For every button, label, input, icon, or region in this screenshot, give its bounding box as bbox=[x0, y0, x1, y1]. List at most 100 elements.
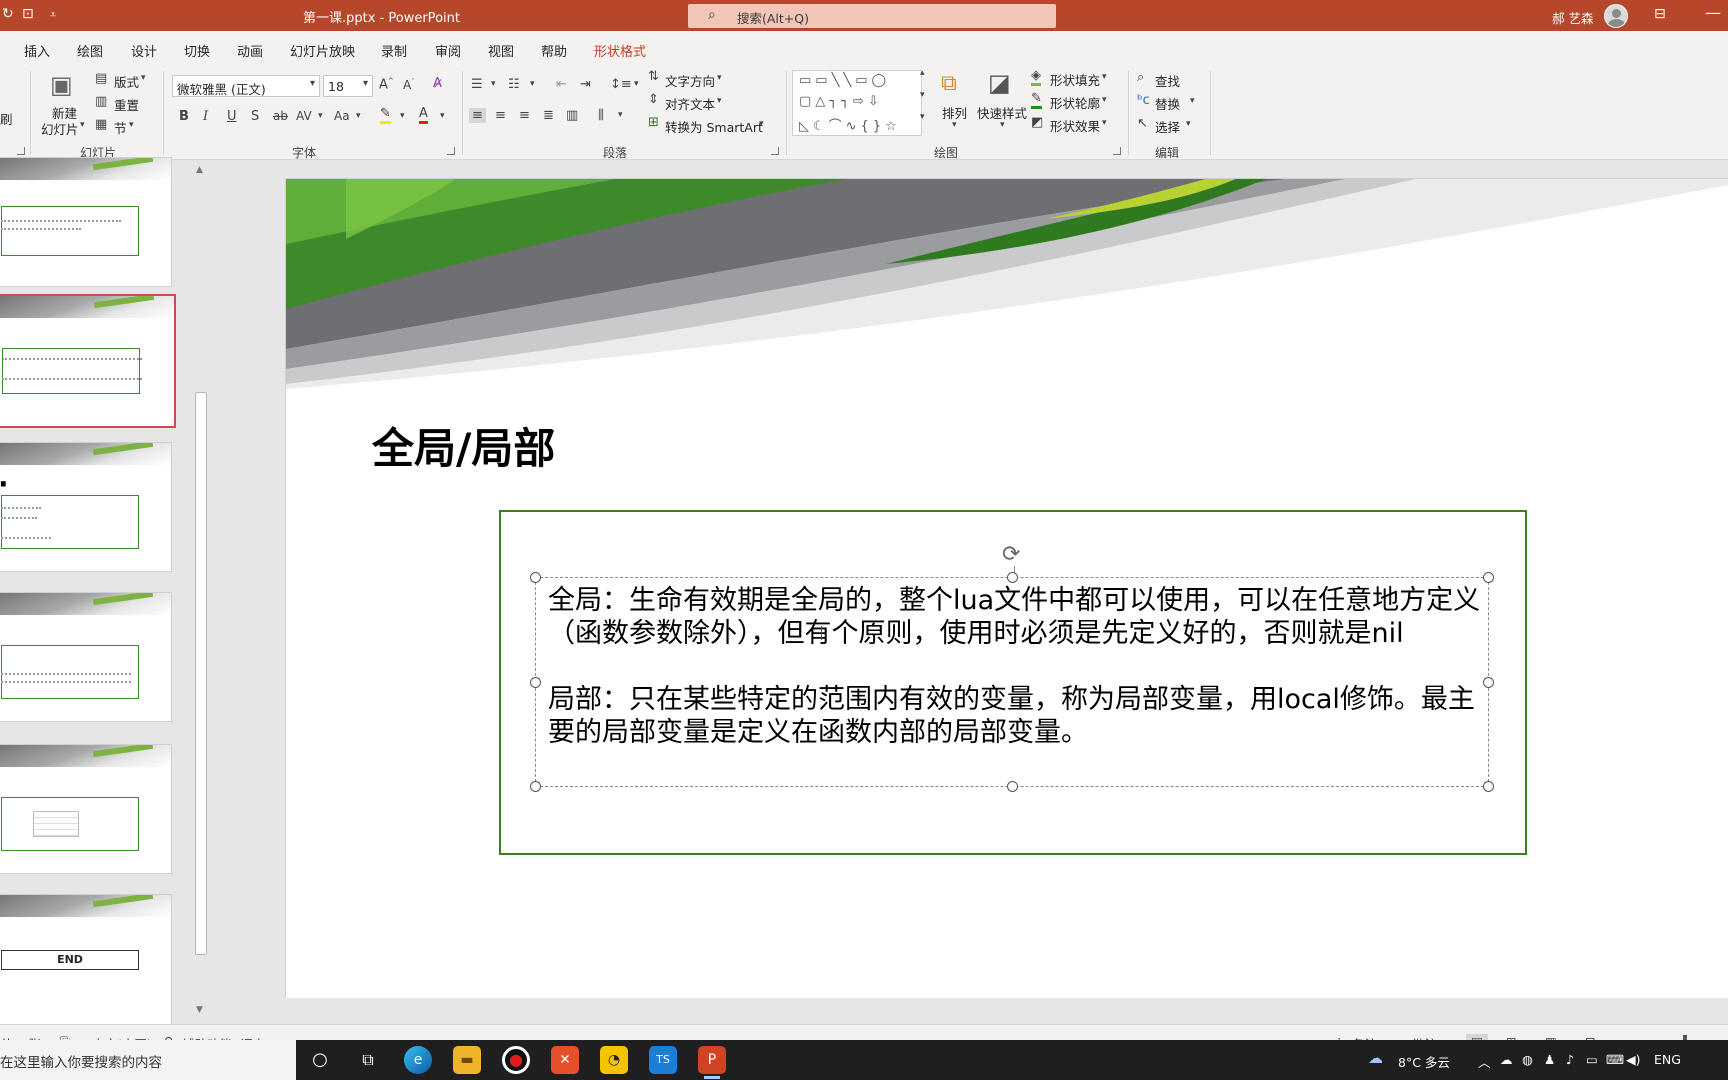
customize-quick-access-icon[interactable]: ⩡ bbox=[50, 8, 56, 22]
highlight-icon[interactable]: ✎ bbox=[380, 107, 391, 124]
layout-button[interactable]: 版式 bbox=[114, 72, 139, 91]
reset-button[interactable]: 重置 bbox=[114, 95, 139, 114]
tab-review[interactable]: 审阅 bbox=[435, 41, 461, 60]
input-language[interactable]: ENG bbox=[1654, 1052, 1681, 1067]
text-direction-button[interactable]: 文字方向 bbox=[665, 71, 715, 90]
recorder-icon[interactable]: ● bbox=[502, 1046, 530, 1074]
chevron-down-icon[interactable]: ▾ bbox=[530, 79, 535, 89]
paragraph-global[interactable]: 全局：生命有效期是全局的，整个lua文件中都可以使用，可以在任意地方定义（函数参… bbox=[548, 584, 1488, 650]
columns-icon[interactable]: ⫼ bbox=[598, 108, 604, 123]
display-icon[interactable]: ▭ bbox=[1586, 1052, 1598, 1067]
align-left-icon[interactable]: ≡ bbox=[469, 108, 486, 123]
numbering-icon[interactable]: ☷ bbox=[508, 77, 520, 92]
slide-canvas[interactable]: 全局/局部 ⟳ 全局：生命有效期是全局的，整个lua文件中都可以使用，可以在任意… bbox=[285, 178, 1728, 998]
font-color-button[interactable]: A bbox=[419, 107, 428, 124]
volume-icon[interactable]: ◀) bbox=[1626, 1052, 1641, 1067]
shape-outline-button[interactable]: 形状轮廓 bbox=[1050, 93, 1100, 112]
tab-transitions[interactable]: 切换 bbox=[184, 41, 210, 60]
dialog-launcher[interactable] bbox=[1113, 147, 1121, 155]
avatar[interactable] bbox=[1604, 4, 1628, 28]
dialog-launcher[interactable] bbox=[447, 147, 455, 155]
onedrive-icon[interactable]: ☁ bbox=[1500, 1052, 1513, 1067]
new-slide-label-2[interactable]: 幻灯片 bbox=[41, 119, 79, 138]
chevron-down-icon[interactable]: ▾ bbox=[717, 73, 722, 83]
chevron-down-icon[interactable]: ▾ bbox=[80, 120, 85, 130]
shape-effects-button[interactable]: 形状效果 bbox=[1050, 116, 1100, 135]
replace-button[interactable]: 替换 bbox=[1155, 94, 1180, 113]
textbox-body[interactable]: 全局：生命有效期是全局的，整个lua文件中都可以使用，可以在任意地方定义（函数参… bbox=[548, 584, 1488, 782]
user-name[interactable]: 郝 艺森 bbox=[1552, 8, 1593, 27]
cortana-icon[interactable]: ○ bbox=[306, 1046, 334, 1074]
chevron-down-icon[interactable]: ▾ bbox=[129, 120, 134, 130]
line-spacing-icon[interactable]: ↕≡ bbox=[610, 77, 632, 92]
rotate-handle-icon[interactable]: ⟳ bbox=[1002, 542, 1028, 568]
resize-handle-ne[interactable] bbox=[1483, 572, 1494, 583]
tray-app-icon[interactable]: ◍ bbox=[1522, 1052, 1533, 1067]
align-text-button[interactable]: 对齐文本 bbox=[665, 94, 715, 113]
chevron-down-icon[interactable]: ▾ bbox=[440, 111, 445, 121]
ts-app-icon[interactable]: TS bbox=[649, 1046, 677, 1074]
chevron-down-icon[interactable]: ▾ bbox=[759, 119, 764, 129]
tab-help[interactable]: 帮助 bbox=[541, 41, 567, 60]
underline-button[interactable]: U bbox=[227, 109, 237, 124]
tab-shape-format[interactable]: 形状格式 bbox=[594, 41, 646, 60]
scroll-down-icon[interactable]: ▼ bbox=[196, 1005, 203, 1015]
find-button[interactable]: 查找 bbox=[1155, 71, 1180, 90]
chevron-down-icon[interactable]: ▾ bbox=[1102, 95, 1107, 105]
powerpoint-icon[interactable]: P bbox=[698, 1046, 726, 1079]
character-spacing-button[interactable]: AV bbox=[296, 109, 312, 123]
minimize-icon[interactable]: — bbox=[1705, 3, 1721, 22]
gallery-more-icon[interactable]: ▾ bbox=[920, 112, 925, 122]
chevron-down-icon[interactable]: ▾ bbox=[634, 79, 639, 89]
gallery-up-icon[interactable]: ▴ bbox=[920, 68, 925, 78]
quick-styles-icon[interactable]: ◪ bbox=[988, 69, 1011, 97]
thumbnail-scrollbar[interactable]: ▲ ▼ bbox=[194, 165, 208, 1015]
tab-insert[interactable]: 插入 bbox=[24, 41, 50, 60]
chevron-down-icon[interactable]: ▾ bbox=[1190, 96, 1195, 106]
chevron-down-icon[interactable]: ▾ bbox=[717, 96, 722, 106]
chevron-down-icon[interactable]: ▾ bbox=[1102, 72, 1107, 82]
slide-thumbnail[interactable] bbox=[0, 592, 172, 722]
edge-icon[interactable]: e bbox=[404, 1046, 432, 1074]
shape-fill-button[interactable]: 形状填充 bbox=[1050, 70, 1100, 89]
slide-thumbnail[interactable]: END bbox=[0, 894, 172, 1034]
gallery-down-icon[interactable]: ▾ bbox=[920, 90, 925, 100]
chevron-down-icon[interactable]: ▾ bbox=[618, 110, 623, 120]
chevron-down-icon[interactable]: ▾ bbox=[318, 111, 323, 121]
tab-slideshow[interactable]: 幻灯片放映 bbox=[290, 41, 355, 60]
select-button[interactable]: 选择 bbox=[1155, 117, 1180, 136]
resize-handle-s[interactable] bbox=[1007, 781, 1018, 792]
align-right-icon[interactable]: ≡ bbox=[519, 108, 530, 123]
microphone-icon[interactable]: ♪ bbox=[1566, 1052, 1574, 1067]
dialog-launcher[interactable] bbox=[17, 147, 25, 155]
notes-app-icon[interactable]: ◔ bbox=[600, 1046, 628, 1074]
slide-title[interactable]: 全局/局部 bbox=[372, 415, 555, 476]
strikethrough-button[interactable]: ab bbox=[273, 109, 288, 123]
decrease-indent-icon[interactable]: ⇤ bbox=[556, 77, 567, 92]
weather-text[interactable]: 8°C 多云 bbox=[1398, 1052, 1450, 1071]
format-painter-fragment[interactable]: 刷 bbox=[0, 109, 13, 128]
tab-animations[interactable]: 动画 bbox=[237, 41, 263, 60]
chevron-down-icon[interactable]: ▾ bbox=[1186, 119, 1191, 129]
resize-handle-se[interactable] bbox=[1483, 781, 1494, 792]
align-center-icon[interactable]: ≡ bbox=[495, 108, 506, 123]
taskbar-search-box[interactable]: 在这里输入你要搜索的内容 bbox=[0, 1040, 296, 1080]
resize-handle-sw[interactable] bbox=[530, 781, 541, 792]
text-shadow-button[interactable]: S bbox=[251, 109, 259, 124]
chevron-down-icon[interactable]: ▾ bbox=[1000, 120, 1005, 130]
qq-icon[interactable]: ♟ bbox=[1544, 1052, 1555, 1067]
present-from-start-icon[interactable]: ⊡ bbox=[22, 6, 34, 22]
change-case-button[interactable]: Aa bbox=[334, 109, 350, 123]
tab-design[interactable]: 设计 bbox=[131, 41, 157, 60]
tab-record[interactable]: 录制 bbox=[381, 41, 407, 60]
clear-formatting-icon[interactable]: A̷ bbox=[433, 76, 442, 91]
tray-chevron-icon[interactable]: ︿ bbox=[1478, 1052, 1491, 1071]
redo-icon[interactable]: ↻ bbox=[2, 6, 14, 22]
shrink-font-icon[interactable]: Aˇ bbox=[403, 78, 415, 92]
ribbon-display-options-icon[interactable]: ⊟ bbox=[1654, 6, 1666, 22]
tab-view[interactable]: 视图 bbox=[488, 41, 514, 60]
new-slide-icon[interactable]: ▣ bbox=[50, 71, 73, 99]
search-box[interactable]: ⌕ 搜索(Alt+Q) bbox=[688, 4, 1056, 28]
shape-row-2[interactable]: ▢△┐┐⇨⇩ bbox=[799, 94, 883, 109]
section-button[interactable]: 节 bbox=[114, 118, 127, 137]
